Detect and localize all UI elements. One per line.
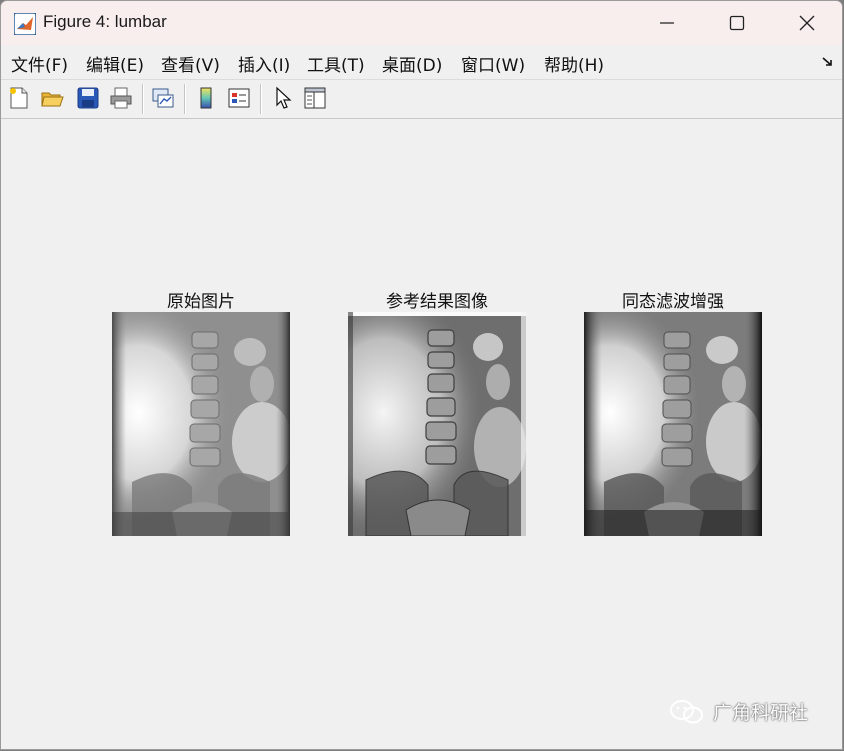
figure-window: Figure 4: lumbar 文件(F) 编辑(E) 查看(V) 插入(I)… xyxy=(0,0,843,750)
print-button[interactable] xyxy=(107,84,135,112)
watermark: 广角科研社 xyxy=(669,698,808,725)
insert-colorbar-button[interactable] xyxy=(192,84,220,112)
property-inspector-icon xyxy=(304,87,326,109)
link-plot-icon xyxy=(152,88,174,108)
wechat-icon xyxy=(670,699,703,723)
menu-edit[interactable]: 编辑(E) xyxy=(86,51,144,76)
menu-file[interactable]: 文件(F) xyxy=(11,51,68,76)
subplot-title-reference: 参考结果图像 xyxy=(386,292,488,312)
insert-legend-button[interactable] xyxy=(225,84,253,112)
subplot-title-original: 原始图片 xyxy=(167,292,235,312)
matlab-logo-icon xyxy=(14,13,36,35)
toolbar xyxy=(1,80,842,119)
colorbar-icon xyxy=(200,87,212,109)
new-figure-button[interactable] xyxy=(5,84,33,112)
minimize-button[interactable] xyxy=(633,1,703,45)
open-file-button[interactable] xyxy=(38,84,66,112)
maximize-icon xyxy=(729,15,745,31)
toolbar-separator xyxy=(142,84,144,114)
toolbar-separator xyxy=(184,84,186,114)
link-plot-button[interactable] xyxy=(149,84,177,112)
minimize-icon xyxy=(660,22,674,24)
subplot-title-homomorphic: 同态滤波增强 xyxy=(622,292,724,312)
new-figure-icon xyxy=(10,87,28,109)
menu-help[interactable]: 帮助(H) xyxy=(544,51,604,76)
title-bar[interactable]: Figure 4: lumbar xyxy=(1,1,842,45)
watermark-text: 广角科研社 xyxy=(713,702,809,724)
menu-desktop[interactable]: 桌面(D) xyxy=(382,51,442,76)
close-icon xyxy=(799,15,815,31)
edit-plot-button[interactable] xyxy=(269,84,297,112)
close-button[interactable] xyxy=(773,1,842,45)
xray-image-original[interactable] xyxy=(112,312,290,536)
maximize-button[interactable] xyxy=(703,1,773,45)
legend-icon xyxy=(228,88,250,108)
save-icon xyxy=(77,87,99,109)
save-button[interactable] xyxy=(74,84,102,112)
menu-insert[interactable]: 插入(I) xyxy=(238,51,290,76)
dock-arrow-icon[interactable] xyxy=(822,56,834,68)
window-title: Figure 4: lumbar xyxy=(43,12,167,31)
pointer-icon xyxy=(276,86,292,109)
xray-image-homomorphic[interactable] xyxy=(584,312,762,536)
print-icon xyxy=(110,87,132,109)
menu-view[interactable]: 查看(V) xyxy=(161,51,220,76)
xray-image-reference[interactable] xyxy=(348,312,526,536)
toolbar-separator xyxy=(260,84,262,114)
menu-tools[interactable]: 工具(T) xyxy=(307,51,365,76)
open-file-icon xyxy=(41,92,64,107)
menu-window[interactable]: 窗口(W) xyxy=(461,51,525,76)
menu-bar: 文件(F) 编辑(E) 查看(V) 插入(I) 工具(T) 桌面(D) 窗口(W… xyxy=(1,45,842,80)
property-inspector-button[interactable] xyxy=(301,84,329,112)
